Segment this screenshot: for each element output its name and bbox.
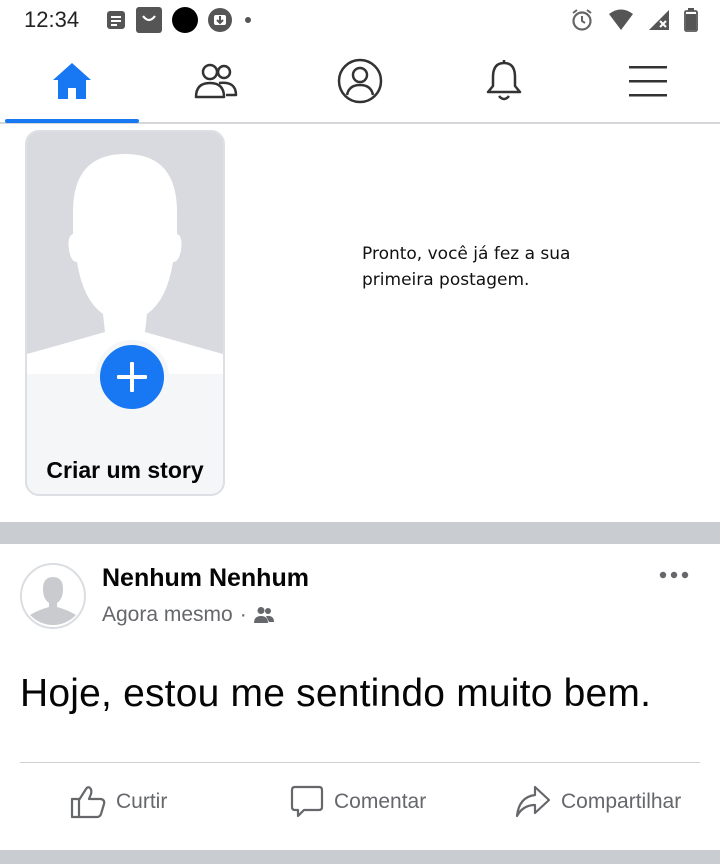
tab-menu[interactable] xyxy=(581,40,715,122)
plus-icon xyxy=(117,362,147,392)
top-nav-bar xyxy=(0,40,720,124)
friends-icon xyxy=(194,63,238,99)
bell-icon xyxy=(486,60,522,101)
comment-label: Comentar xyxy=(334,790,427,813)
post-timestamp[interactable]: Agora mesmo xyxy=(102,603,233,627)
alarm-icon xyxy=(572,9,592,31)
post-author-name[interactable]: Nenhum Nenhum xyxy=(102,564,309,593)
status-right-icons xyxy=(570,7,698,33)
share-label: Compartilhar xyxy=(561,790,682,813)
like-button[interactable]: Curtir xyxy=(70,766,167,838)
download-icon xyxy=(208,8,232,32)
meta-separator: · xyxy=(239,603,247,626)
active-tab-indicator xyxy=(5,119,139,123)
create-story-card[interactable]: Criar um story xyxy=(25,130,225,496)
post-text: Hoje, estou me sentindo muito bem. xyxy=(20,672,652,715)
hamburger-menu-icon xyxy=(629,66,667,97)
profile-placeholder-photo xyxy=(27,132,223,374)
friends-audience-icon[interactable] xyxy=(253,606,274,624)
tab-profile[interactable] xyxy=(293,40,427,122)
bottom-divider xyxy=(0,850,720,864)
post-confirmation-text: Pronto, você já fez a sua primeira posta… xyxy=(362,244,571,290)
tab-notifications[interactable] xyxy=(437,40,571,122)
person-silhouette-icon xyxy=(27,154,223,374)
signal-icon xyxy=(649,10,669,30)
tab-friends[interactable] xyxy=(149,40,283,122)
black-circle-icon xyxy=(172,7,198,33)
status-bar: 12:34 xyxy=(0,0,720,40)
comment-icon xyxy=(290,785,324,818)
default-avatar-icon xyxy=(22,565,84,627)
home-icon xyxy=(53,63,91,99)
notes-icon xyxy=(107,11,125,29)
create-story-label: Criar um story xyxy=(46,457,204,483)
profile-icon xyxy=(337,58,383,104)
battery-icon xyxy=(684,8,698,32)
status-left-icons xyxy=(106,7,254,33)
wifi-icon xyxy=(609,9,633,30)
share-button[interactable]: Compartilhar xyxy=(515,766,681,838)
post-more-options-button[interactable] xyxy=(658,564,690,586)
status-time: 12:34 xyxy=(24,7,80,32)
post-meta: Agora mesmo · xyxy=(102,603,274,627)
stories-section: Criar um story Pronto, você já fez a sua… xyxy=(0,126,720,522)
post-card: Nenhum Nenhum Agora mesmo · Hoje, estou … xyxy=(0,544,720,850)
like-label: Curtir xyxy=(116,790,168,813)
tab-home[interactable] xyxy=(5,40,139,122)
post-actions-divider xyxy=(20,762,700,763)
add-story-button[interactable] xyxy=(95,340,169,414)
post-actions: Curtir Comentar Compartilhar xyxy=(0,766,720,838)
comment-button[interactable]: Comentar xyxy=(290,766,426,838)
dot-icon xyxy=(245,17,251,23)
avatar[interactable] xyxy=(20,563,86,629)
shop-bag-icon xyxy=(136,7,162,33)
share-arrow-icon xyxy=(515,785,551,818)
section-divider xyxy=(0,522,720,544)
thumbs-up-icon xyxy=(70,786,106,819)
more-dots-icon xyxy=(659,571,689,579)
